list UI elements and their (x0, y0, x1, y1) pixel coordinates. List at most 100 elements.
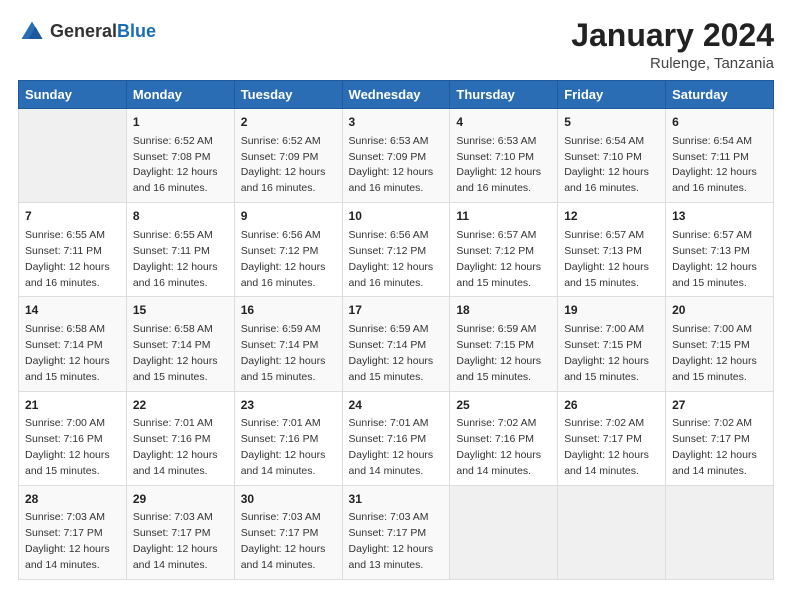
day-cell: 15 Sunrise: 6:58 AM Sunset: 7:14 PM Dayli… (126, 297, 234, 391)
day-cell: 10Sunrise: 6:56 AM Sunset: 7:12 PM Dayli… (342, 203, 450, 297)
day-number: 22 (133, 397, 228, 414)
day-info: Sunrise: 6:53 AM Sunset: 7:10 PM Dayligh… (456, 135, 541, 195)
day-number: 24 (349, 397, 444, 414)
day-number: 27 (672, 397, 767, 414)
day-info: Sunrise: 6:59 AM Sunset: 7:14 PM Dayligh… (241, 323, 326, 383)
day-cell (558, 485, 666, 579)
logo: GeneralBlue (18, 18, 156, 46)
day-cell: 11 Sunrise: 6:57 AM Sunset: 7:12 PM Dayli… (450, 203, 558, 297)
day-info: Sunrise: 7:00 AM Sunset: 7:15 PM Dayligh… (672, 323, 757, 383)
day-cell: 22 Sunrise: 7:01 AM Sunset: 7:16 PM Dayli… (126, 391, 234, 485)
week-row-1: 1 Sunrise: 6:52 AM Sunset: 7:08 PM Daylig… (19, 109, 774, 203)
logo-general: General (50, 21, 117, 41)
logo-blue: Blue (117, 21, 156, 41)
day-number: 5 (564, 114, 659, 131)
day-number: 15 (133, 302, 228, 319)
day-cell: 8 Sunrise: 6:55 AM Sunset: 7:11 PM Daylig… (126, 203, 234, 297)
day-cell: 12Sunrise: 6:57 AM Sunset: 7:13 PM Dayli… (558, 203, 666, 297)
day-number: 23 (241, 397, 336, 414)
day-cell: 24 Sunrise: 7:01 AM Sunset: 7:16 PM Dayli… (342, 391, 450, 485)
col-header-tuesday: Tuesday (234, 81, 342, 109)
day-number: 4 (456, 114, 551, 131)
week-row-5: 28Sunrise: 7:03 AM Sunset: 7:17 PM Dayli… (19, 485, 774, 579)
day-info: Sunrise: 6:52 AM Sunset: 7:09 PM Dayligh… (241, 135, 326, 195)
day-cell: 2 Sunrise: 6:52 AM Sunset: 7:09 PM Daylig… (234, 109, 342, 203)
day-info: Sunrise: 7:02 AM Sunset: 7:16 PM Dayligh… (456, 417, 541, 477)
col-header-wednesday: Wednesday (342, 81, 450, 109)
week-row-2: 7Sunrise: 6:55 AM Sunset: 7:11 PM Daylig… (19, 203, 774, 297)
day-info: Sunrise: 7:00 AM Sunset: 7:16 PM Dayligh… (25, 417, 110, 477)
day-info: Sunrise: 6:54 AM Sunset: 7:10 PM Dayligh… (564, 135, 649, 195)
day-number: 26 (564, 397, 659, 414)
day-number: 9 (241, 208, 336, 225)
day-info: Sunrise: 7:01 AM Sunset: 7:16 PM Dayligh… (133, 417, 218, 477)
logo-icon (18, 18, 46, 46)
day-info: Sunrise: 7:02 AM Sunset: 7:17 PM Dayligh… (564, 417, 649, 477)
day-cell: 1 Sunrise: 6:52 AM Sunset: 7:08 PM Daylig… (126, 109, 234, 203)
day-info: Sunrise: 7:03 AM Sunset: 7:17 PM Dayligh… (133, 511, 218, 571)
week-row-4: 21 Sunrise: 7:00 AM Sunset: 7:16 PM Dayli… (19, 391, 774, 485)
day-cell: 18 Sunrise: 6:59 AM Sunset: 7:15 PM Dayli… (450, 297, 558, 391)
week-row-3: 14 Sunrise: 6:58 AM Sunset: 7:14 PM Dayli… (19, 297, 774, 391)
day-cell: 14Sunrise: 6:58 AM Sunset: 7:14 PM Dayli… (19, 297, 127, 391)
day-number: 18 (456, 302, 551, 319)
day-cell: 26 Sunrise: 7:02 AM Sunset: 7:17 PM Dayli… (558, 391, 666, 485)
day-info: Sunrise: 6:57 AM Sunset: 7:13 PM Dayligh… (564, 229, 649, 289)
day-cell: 25Sunrise: 7:02 AM Sunset: 7:16 PM Dayli… (450, 391, 558, 485)
header: GeneralBlue January 2024 Rulenge, Tanzan… (18, 18, 774, 72)
day-cell: 17Sunrise: 6:59 AM Sunset: 7:14 PM Dayli… (342, 297, 450, 391)
day-cell: 21 Sunrise: 7:00 AM Sunset: 7:16 PM Dayli… (19, 391, 127, 485)
day-cell: 3Sunrise: 6:53 AM Sunset: 7:09 PM Daylig… (342, 109, 450, 203)
day-cell: 29 Sunrise: 7:03 AM Sunset: 7:17 PM Dayli… (126, 485, 234, 579)
col-header-sunday: Sunday (19, 81, 127, 109)
day-info: Sunrise: 7:02 AM Sunset: 7:17 PM Dayligh… (672, 417, 757, 477)
day-cell: 6 Sunrise: 6:54 AM Sunset: 7:11 PM Daylig… (666, 109, 774, 203)
day-number: 1 (133, 114, 228, 131)
day-info: Sunrise: 6:57 AM Sunset: 7:13 PM Dayligh… (672, 229, 757, 289)
day-number: 11 (456, 208, 551, 225)
day-number: 16 (241, 302, 336, 319)
day-number: 19 (564, 302, 659, 319)
day-number: 31 (349, 491, 444, 508)
col-header-saturday: Saturday (666, 81, 774, 109)
day-info: Sunrise: 6:57 AM Sunset: 7:12 PM Dayligh… (456, 229, 541, 289)
day-info: Sunrise: 7:01 AM Sunset: 7:16 PM Dayligh… (349, 417, 434, 477)
day-cell: 20 Sunrise: 7:00 AM Sunset: 7:15 PM Dayli… (666, 297, 774, 391)
day-info: Sunrise: 6:52 AM Sunset: 7:08 PM Dayligh… (133, 135, 218, 195)
day-number: 14 (25, 302, 120, 319)
day-info: Sunrise: 6:55 AM Sunset: 7:11 PM Dayligh… (133, 229, 218, 289)
day-cell: 16 Sunrise: 6:59 AM Sunset: 7:14 PM Dayli… (234, 297, 342, 391)
day-number: 13 (672, 208, 767, 225)
day-number: 3 (349, 114, 444, 131)
day-info: Sunrise: 6:55 AM Sunset: 7:11 PM Dayligh… (25, 229, 110, 289)
day-number: 29 (133, 491, 228, 508)
calendar-table: SundayMondayTuesdayWednesdayThursdayFrid… (18, 80, 774, 580)
day-info: Sunrise: 7:03 AM Sunset: 7:17 PM Dayligh… (349, 511, 434, 571)
day-number: 2 (241, 114, 336, 131)
day-number: 8 (133, 208, 228, 225)
day-info: Sunrise: 7:03 AM Sunset: 7:17 PM Dayligh… (241, 511, 326, 571)
day-cell: 31 Sunrise: 7:03 AM Sunset: 7:17 PM Dayli… (342, 485, 450, 579)
header-row: SundayMondayTuesdayWednesdayThursdayFrid… (19, 81, 774, 109)
page: GeneralBlue January 2024 Rulenge, Tanzan… (0, 0, 792, 612)
day-info: Sunrise: 7:03 AM Sunset: 7:17 PM Dayligh… (25, 511, 110, 571)
day-info: Sunrise: 6:59 AM Sunset: 7:15 PM Dayligh… (456, 323, 541, 383)
subtitle: Rulenge, Tanzania (571, 55, 774, 72)
day-cell: 7Sunrise: 6:55 AM Sunset: 7:11 PM Daylig… (19, 203, 127, 297)
day-cell (666, 485, 774, 579)
day-number: 20 (672, 302, 767, 319)
day-cell: 19 Sunrise: 7:00 AM Sunset: 7:15 PM Dayli… (558, 297, 666, 391)
day-number: 6 (672, 114, 767, 131)
day-info: Sunrise: 6:56 AM Sunset: 7:12 PM Dayligh… (349, 229, 434, 289)
col-header-thursday: Thursday (450, 81, 558, 109)
day-info: Sunrise: 7:00 AM Sunset: 7:15 PM Dayligh… (564, 323, 649, 383)
day-info: Sunrise: 6:58 AM Sunset: 7:14 PM Dayligh… (133, 323, 218, 383)
day-number: 30 (241, 491, 336, 508)
day-info: Sunrise: 6:56 AM Sunset: 7:12 PM Dayligh… (241, 229, 326, 289)
day-number: 17 (349, 302, 444, 319)
col-header-friday: Friday (558, 81, 666, 109)
day-cell: 13 Sunrise: 6:57 AM Sunset: 7:13 PM Dayli… (666, 203, 774, 297)
day-number: 21 (25, 397, 120, 414)
day-cell: 4 Sunrise: 6:53 AM Sunset: 7:10 PM Daylig… (450, 109, 558, 203)
day-info: Sunrise: 6:54 AM Sunset: 7:11 PM Dayligh… (672, 135, 757, 195)
